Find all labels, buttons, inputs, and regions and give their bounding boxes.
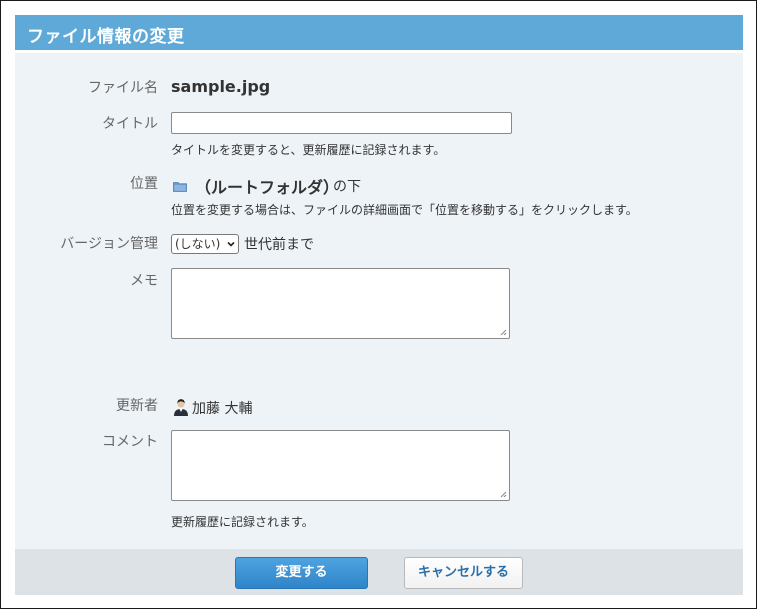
comment-label: コメント <box>102 434 158 450</box>
updater-label: 更新者 <box>116 398 158 414</box>
resize-grip-icon[interactable] <box>499 328 507 336</box>
folder-icon <box>173 182 187 192</box>
location-folder-name: （ルートフォルダ） <box>195 178 340 197</box>
version-label: バージョン管理 <box>60 236 158 252</box>
cancel-button[interactable]: キャンセルする <box>404 557 523 589</box>
dialog-title: ファイル情報の変更 <box>27 27 185 47</box>
comment-textarea[interactable] <box>171 430 510 501</box>
version-suffix: 世代前まで <box>244 237 314 253</box>
memo-label: メモ <box>130 273 158 289</box>
location-hint: 位置を変更する場合は、ファイルの詳細画面で「位置を移動する」をクリックします。 <box>171 203 638 217</box>
updater-name: 加藤 大輔 <box>192 401 253 417</box>
memo-textarea[interactable] <box>171 268 510 339</box>
location-suffix: の下 <box>333 179 361 195</box>
comment-hint: 更新履歴に記録されます。 <box>171 515 314 529</box>
title-input[interactable] <box>171 112 512 134</box>
filename-value: sample.jpg <box>171 77 271 96</box>
dialog-footer: 変更する キャンセルする <box>15 549 743 595</box>
resize-grip-icon[interactable] <box>499 490 507 498</box>
file-info-dialog: ファイル情報の変更 ファイル名 sample.jpg タイトル タイトルを変更す… <box>15 15 743 595</box>
window-frame: ファイル情報の変更 ファイル名 sample.jpg タイトル タイトルを変更す… <box>0 0 757 609</box>
dialog-header: ファイル情報の変更 <box>15 15 743 53</box>
version-select-value: (しない) <box>175 237 221 251</box>
user-avatar-icon <box>174 399 188 416</box>
chevron-down-icon <box>227 241 235 247</box>
version-select[interactable]: (しない) <box>171 234 239 254</box>
location-label: 位置 <box>130 176 158 192</box>
submit-button[interactable]: 変更する <box>235 557 368 589</box>
title-label: タイトル <box>102 116 158 132</box>
title-hint: タイトルを変更すると、更新履歴に記録されます。 <box>171 143 446 157</box>
filename-label: ファイル名 <box>88 80 158 96</box>
